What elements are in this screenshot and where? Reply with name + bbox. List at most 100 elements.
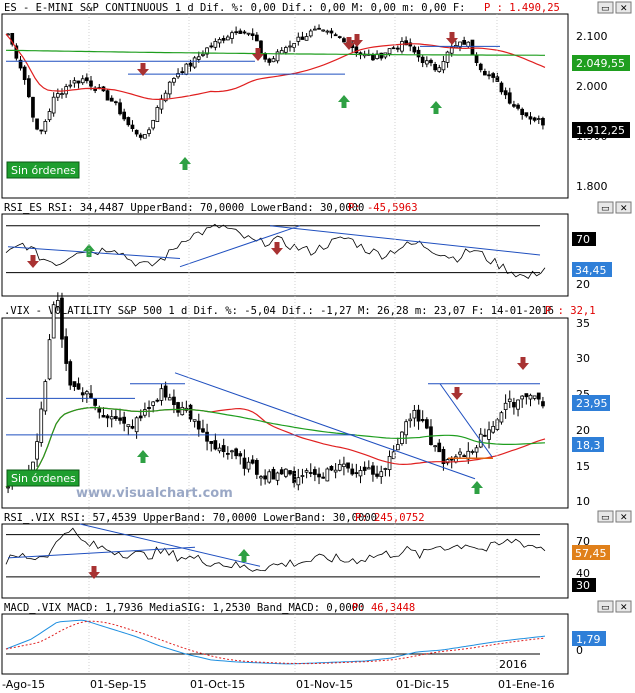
es-candle — [56, 93, 60, 98]
vix-candle — [217, 447, 222, 452]
vix-candle — [358, 470, 363, 477]
vix-candle — [507, 398, 512, 403]
restore-icon[interactable]: ▭ — [601, 204, 610, 214]
es-candle — [217, 39, 222, 44]
es-candle — [371, 54, 375, 61]
vix-candle — [122, 416, 126, 424]
es-candle — [528, 116, 533, 120]
es-candle — [478, 63, 483, 71]
vix-candle — [333, 469, 338, 473]
restore-icon[interactable]: ▭ — [601, 513, 610, 523]
vix-candle — [76, 383, 81, 390]
es-candle — [308, 30, 313, 37]
vix-candle — [105, 415, 110, 419]
es-candle — [433, 64, 438, 71]
restore-icon[interactable]: ▭ — [601, 4, 610, 14]
vix-candle — [433, 445, 438, 448]
es-candle — [114, 101, 118, 104]
es-candle — [503, 90, 508, 96]
vix-candle — [176, 402, 180, 413]
vix-candle — [213, 440, 218, 450]
es-candle — [180, 71, 185, 73]
es-no-orders-badge[interactable]: Sin órdenes — [6, 161, 80, 179]
es-candle — [167, 81, 172, 95]
es-candle — [172, 78, 176, 83]
macd-panel-controls[interactable]: ▭ ✕ — [597, 600, 632, 613]
svg-text:57,45: 57,45 — [575, 547, 607, 560]
vix-candle — [337, 463, 342, 471]
macd-value-label: 1,79 — [572, 631, 606, 646]
es-candle — [437, 67, 442, 72]
vix-candle — [201, 428, 205, 433]
vix-header-p: P : 32,1 — [545, 305, 596, 317]
vix-candle — [159, 388, 164, 401]
es-candle — [474, 55, 479, 64]
es-candle — [250, 33, 255, 36]
es-candle — [138, 134, 143, 138]
vix-candle — [188, 404, 193, 420]
es-candle — [482, 71, 487, 76]
es-candle — [441, 61, 446, 71]
vix-candle — [250, 459, 255, 464]
close-icon[interactable]: ✕ — [620, 603, 628, 613]
vix-candle — [288, 470, 292, 475]
vix-candle — [516, 399, 520, 410]
close-icon[interactable]: ✕ — [620, 204, 628, 214]
vix-candle — [172, 396, 176, 406]
es-candle — [462, 40, 467, 45]
vix-candle — [350, 468, 355, 475]
vix-candle — [47, 339, 52, 380]
rsi-es-panel-controls[interactable]: ▭ ✕ — [597, 201, 632, 214]
es-candle — [234, 31, 238, 34]
close-icon[interactable]: ✕ — [620, 4, 628, 14]
vix-candle — [114, 416, 118, 419]
vix-candle — [259, 476, 263, 479]
vix-candle — [238, 453, 243, 457]
es-candle — [196, 56, 201, 60]
vix-candle — [312, 469, 317, 475]
es-candle — [147, 129, 151, 134]
svg-text:1,79: 1,79 — [576, 633, 601, 646]
restore-icon[interactable]: ▭ — [601, 603, 610, 613]
vix-no-orders-badge[interactable]: Sin órdenes — [6, 469, 80, 487]
vix-candle — [329, 465, 334, 471]
vix-candle — [317, 473, 321, 478]
svg-text:Sin órdenes: Sin órdenes — [11, 164, 76, 177]
vix-candle — [342, 463, 346, 468]
vix-candle — [346, 462, 350, 469]
vix-candle — [130, 425, 135, 429]
vix-ytick: 10 — [576, 495, 590, 508]
rsi-vix-header: RSI_.VIX RSI: 57,4539 UpperBand: 70,0000… — [4, 512, 377, 524]
es-candle — [85, 77, 89, 82]
vix-ytick: 15 — [576, 460, 590, 473]
vix-candle — [163, 385, 168, 398]
es-candle — [22, 66, 27, 80]
vix-candle — [147, 406, 151, 409]
vix-candle — [308, 472, 313, 474]
es-candle — [155, 107, 160, 123]
es-candle — [466, 41, 471, 47]
es-candle — [400, 41, 404, 52]
es-candle — [122, 111, 126, 120]
es-candle — [68, 84, 73, 87]
es-sma-price-label: 2.049,55 — [572, 55, 630, 71]
svg-text:18,3: 18,3 — [576, 439, 601, 452]
es-candle — [118, 102, 122, 115]
es-ytick: 2.000 — [576, 80, 608, 93]
vix-candle — [458, 451, 462, 455]
vix-candle — [196, 420, 201, 430]
es-panel-controls[interactable]: ▭ ✕ — [597, 1, 632, 14]
vix-candle — [503, 402, 508, 410]
vix-candle — [491, 425, 496, 433]
vix-candle — [97, 408, 102, 413]
vix-candle — [379, 471, 384, 478]
es-candle — [283, 47, 288, 53]
es-candle — [317, 27, 321, 30]
es-candle — [445, 51, 450, 63]
vix-candle — [155, 399, 160, 402]
es-candle — [142, 134, 147, 139]
rsi-es-value-label: 34,45 — [572, 262, 612, 277]
close-icon[interactable]: ✕ — [620, 513, 628, 523]
es-candle — [487, 74, 491, 77]
rsi-vix-panel-controls[interactable]: ▭ ✕ — [597, 510, 632, 523]
